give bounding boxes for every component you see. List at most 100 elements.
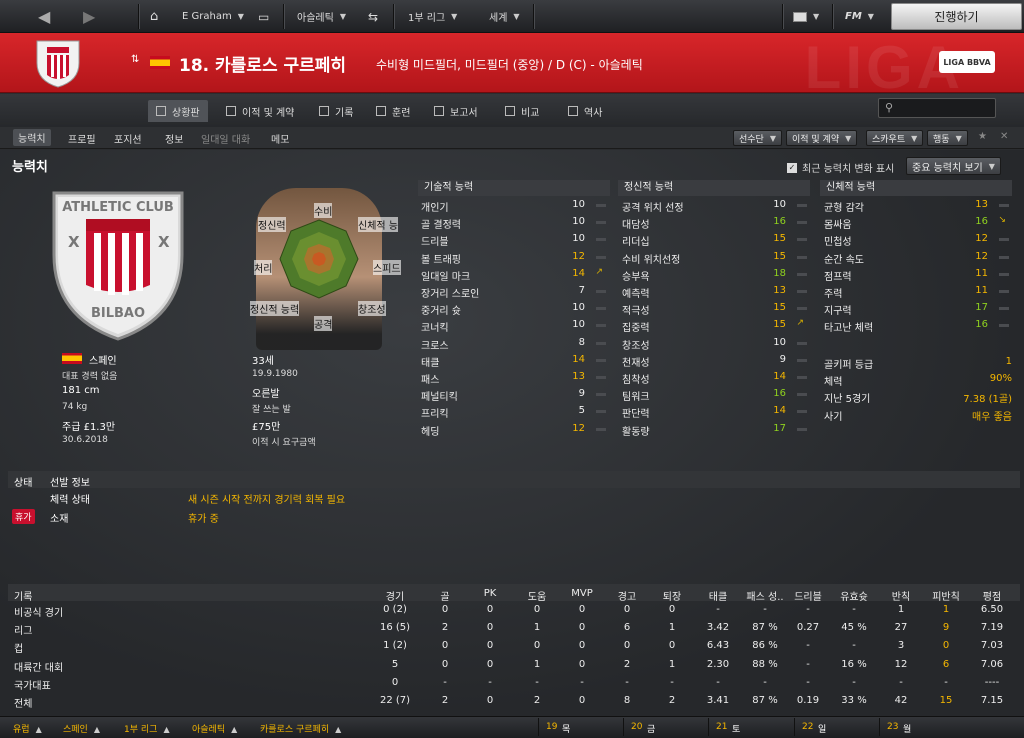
- tab-report[interactable]: 보고서: [426, 100, 486, 122]
- column-header[interactable]: 드리블: [786, 588, 830, 603]
- breadcrumb-item[interactable]: 유럽 ▲: [13, 722, 42, 735]
- attribute-value: 15: [773, 319, 786, 331]
- attribute-value: 16: [975, 319, 988, 331]
- search-input[interactable]: ⚲: [878, 98, 996, 118]
- attribute-value: 17: [773, 422, 786, 434]
- table-cell: 9: [942, 622, 950, 634]
- subnav-info[interactable]: 정보: [165, 131, 183, 146]
- tab-history-stats[interactable]: 기록: [311, 100, 361, 122]
- column-header[interactable]: 도움: [515, 588, 559, 603]
- column-header[interactable]: 경기: [373, 588, 417, 603]
- calendar-day-number[interactable]: 20: [631, 722, 642, 732]
- squad-button[interactable]: 선수단 ▼: [733, 130, 782, 146]
- attribute-label: 프리킥: [421, 409, 449, 421]
- attribute-bar: [797, 204, 807, 207]
- calendar-day-number[interactable]: 23: [887, 722, 898, 732]
- attribute-label: 드리블: [421, 237, 449, 249]
- footer-divider: [879, 718, 880, 736]
- club-menu[interactable]: 아슬레틱 ▼: [297, 0, 346, 33]
- column-header[interactable]: MVP: [560, 588, 604, 599]
- attribute-row: 타고난 체력 16: [824, 317, 1014, 334]
- column-header[interactable]: 패스 성..: [743, 588, 787, 603]
- column-header[interactable]: 퇴장: [650, 588, 694, 603]
- subnav-positions[interactable]: 포지션: [114, 131, 142, 146]
- subnav-one-on-one[interactable]: 일대일 대화: [201, 131, 250, 146]
- attribute-label: 공격 위치 선정: [622, 203, 684, 214]
- attribute-label: 균형 감각: [824, 203, 864, 214]
- manager-menu[interactable]: E Graham ▼: [182, 0, 244, 33]
- forward-arrow-icon[interactable]: ▶: [83, 0, 95, 33]
- table-row: 대륙간 대회 5 0 0 1 0 2 1 2.30 88 % - 16 % 12 6 7.06: [0, 657, 1024, 674]
- calendar-day-number[interactable]: 19: [546, 722, 557, 732]
- column-header[interactable]: PK: [468, 588, 512, 599]
- show-changes-checkbox[interactable]: ✓ 최근 능력치 변화 표시: [787, 160, 894, 175]
- league-name: 1부 리그: [408, 13, 446, 24]
- subnav-memo[interactable]: 메모: [271, 131, 289, 146]
- extra-info-row: 체력 90%: [824, 371, 1014, 388]
- home-icon[interactable]: ⌂: [150, 0, 158, 33]
- tab-compare[interactable]: 비교: [497, 100, 547, 122]
- breadcrumb-item[interactable]: 1부 리그 ▲: [124, 722, 170, 735]
- world-menu[interactable]: 세계 ▼: [489, 0, 520, 33]
- footer-divider: [623, 718, 624, 736]
- key-attributes-button[interactable]: 중요 능력치 보기 ▼: [906, 157, 1001, 175]
- scout-button[interactable]: 스카우트 ▼: [866, 130, 924, 146]
- calendar-day-number[interactable]: 21: [716, 722, 727, 732]
- calendar-day-name: 목: [562, 725, 571, 735]
- attribute-row: 일대일 마크 14 ↗: [421, 266, 611, 283]
- tab-history[interactable]: 역사: [560, 100, 610, 122]
- table-cell: -: [852, 604, 856, 615]
- player-switch-icon[interactable]: ⇅: [131, 54, 139, 65]
- table-cell: -: [899, 676, 903, 688]
- attribute-value: 10: [572, 319, 585, 331]
- back-arrow-icon[interactable]: ◀: [38, 0, 50, 33]
- column-header[interactable]: 기록: [14, 588, 32, 603]
- close-icon[interactable]: ✕: [1000, 131, 1008, 142]
- club-icon[interactable]: ▭: [258, 0, 269, 33]
- table-cell: -: [806, 640, 810, 652]
- attribute-row: 승부욕 18: [622, 266, 812, 283]
- action-button[interactable]: 행동 ▼: [927, 130, 968, 146]
- breadcrumb-item[interactable]: 카를로스 구르페히 ▲: [260, 722, 341, 735]
- column-header[interactable]: 경고: [605, 588, 649, 603]
- league-menu[interactable]: 1부 리그 ▼: [408, 0, 457, 33]
- tab-contract[interactable]: 이적 및 계약: [218, 100, 302, 122]
- attribute-value: 10: [773, 336, 786, 348]
- subnav-profile[interactable]: 프로필: [68, 131, 96, 146]
- column-header[interactable]: 피반칙: [924, 588, 968, 603]
- inbox-menu[interactable]: ▼: [793, 0, 819, 33]
- attribute-bar: [999, 272, 1009, 276]
- star-icon[interactable]: ★: [978, 131, 987, 142]
- column-header[interactable]: 평점: [970, 588, 1014, 603]
- attribute-row: 적극성 15: [622, 300, 812, 317]
- search-icon: ⚲: [885, 101, 894, 114]
- attribute-value: 17: [975, 302, 988, 314]
- breadcrumb-item[interactable]: 아슬레틱 ▲: [192, 722, 237, 735]
- attribute-row: 순간 속도 12: [824, 249, 1014, 266]
- footer-divider: [538, 718, 539, 736]
- column-header[interactable]: 골: [423, 588, 467, 603]
- column-header[interactable]: 태클: [696, 588, 740, 603]
- tab-training[interactable]: 훈련: [368, 100, 418, 122]
- table-cell: 27: [894, 622, 908, 634]
- continue-button[interactable]: 진행하기: [891, 3, 1022, 30]
- tab-label: 기록: [335, 107, 354, 119]
- column-header[interactable]: 반칙: [879, 588, 923, 603]
- transfer-icon[interactable]: ⇆: [368, 0, 378, 33]
- breadcrumb-item[interactable]: 스페인 ▲: [63, 722, 100, 735]
- transfer-button[interactable]: 이적 및 계약 ▼: [786, 130, 858, 146]
- calendar-day-number[interactable]: 22: [802, 722, 813, 732]
- tab-overview[interactable]: 상황판: [148, 100, 208, 122]
- attribute-row: 천재성 9: [622, 352, 812, 369]
- column-header[interactable]: 유효슛: [832, 588, 876, 603]
- attribute-label: 장거리 스로인: [421, 289, 480, 300]
- checkbox-box[interactable]: ✓: [787, 162, 797, 173]
- subnav-attributes[interactable]: 능력치: [13, 129, 51, 146]
- fm-menu[interactable]: FM ▼: [845, 0, 874, 33]
- attribute-row: 몸싸움 16 ↘: [824, 214, 1014, 231]
- table-cell: 3.42: [706, 622, 730, 634]
- table-cell: -: [852, 676, 856, 688]
- table-cell: 리그: [14, 626, 33, 638]
- club-crest-icon: [36, 40, 80, 88]
- table-cell: 0 (2): [383, 604, 407, 615]
